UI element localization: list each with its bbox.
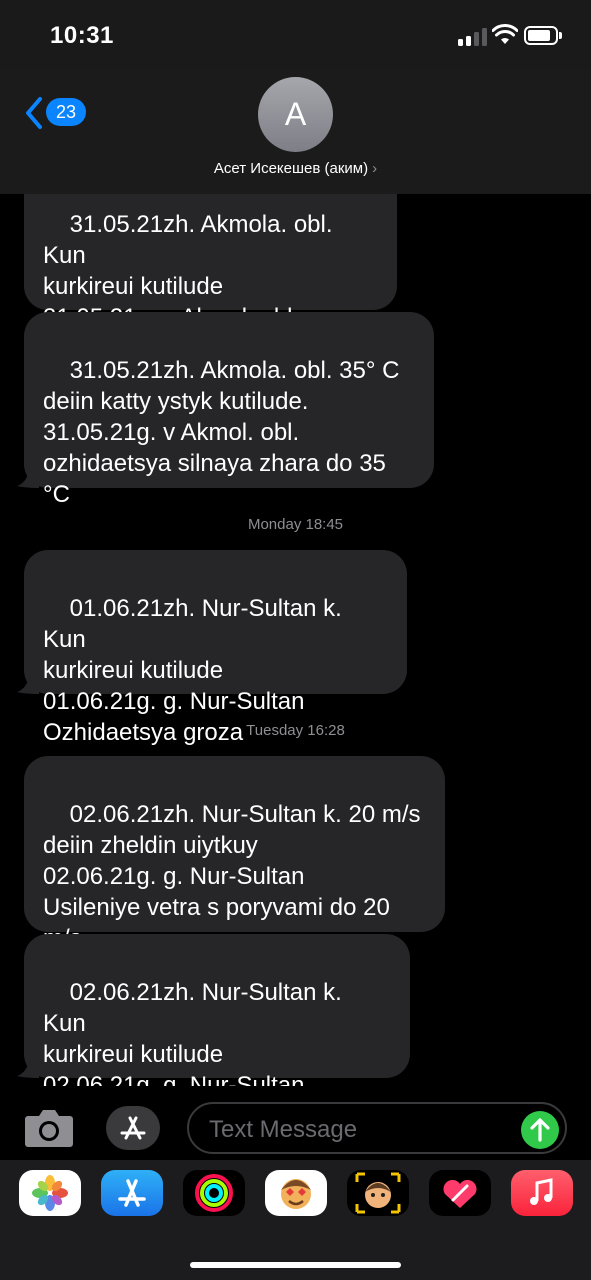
- message-list[interactable]: 31.05.21zh. Akmola. obl. Kun kurkireui k…: [0, 194, 591, 1086]
- send-button[interactable]: [521, 1111, 559, 1149]
- bubble-tail: [17, 1056, 39, 1078]
- contact-name: Асет Исекешев (аким): [213, 160, 369, 177]
- app-store-icon[interactable]: [101, 1170, 163, 1216]
- status-bar: 10:31: [0, 0, 591, 70]
- back-chevron-icon[interactable]: [24, 96, 44, 130]
- message-text: 02.06.21zh. Nur-Sultan k. 20 m/s deiin z…: [43, 801, 421, 952]
- bubble-tail: [17, 466, 39, 488]
- memoji-icon[interactable]: [347, 1170, 409, 1216]
- arrow-up-icon: [530, 1118, 550, 1142]
- photos-icon[interactable]: [19, 1170, 81, 1216]
- contact-avatar[interactable]: А: [258, 77, 333, 152]
- home-indicator[interactable]: [190, 1262, 401, 1268]
- message-text: 31.05.21zh. Akmola. obl. 35° C deiin kat…: [43, 357, 400, 508]
- message-bubble[interactable]: 02.06.21zh. Nur-Sultan k. 20 m/s deiin z…: [24, 756, 445, 952]
- back-unread-badge[interactable]: 23: [46, 98, 86, 126]
- cellular-signal-icon: [458, 28, 488, 46]
- battery-icon: [524, 26, 562, 45]
- activity-icon[interactable]: [183, 1170, 245, 1216]
- contact-name-button[interactable]: Асет Исекешев (аким) ›: [0, 160, 591, 177]
- message-input-placeholder: Text Message: [209, 1116, 358, 1143]
- timestamp: Tuesday 16:28: [246, 722, 345, 739]
- message-bubble[interactable]: 31.05.21zh. Akmola. obl. Kun kurkireui k…: [24, 194, 397, 362]
- compose-bar: Text Message: [0, 1086, 591, 1170]
- app-store-button[interactable]: [106, 1106, 160, 1150]
- timestamp: Monday 18:45: [247, 516, 344, 533]
- message-text: 02.06.21zh. Nur-Sultan k. Kun kurkireui …: [43, 979, 342, 1086]
- app-store-icon: [120, 1116, 146, 1140]
- chevron-right-icon: ›: [372, 160, 378, 177]
- camera-icon[interactable]: [24, 1106, 74, 1148]
- message-bubble[interactable]: 31.05.21zh. Akmola. obl. 35° C deiin kat…: [24, 312, 434, 508]
- message-bubble[interactable]: 02.06.21zh. Nur-Sultan k. Kun kurkireui …: [24, 934, 410, 1086]
- music-icon[interactable]: [511, 1170, 573, 1216]
- memoji-stickers-icon[interactable]: [265, 1170, 327, 1216]
- status-time: 10:31: [50, 22, 114, 49]
- message-input[interactable]: Text Message: [187, 1102, 567, 1154]
- digital-touch-icon[interactable]: [429, 1170, 491, 1216]
- wifi-icon: [492, 24, 518, 44]
- bubble-tail: [17, 672, 39, 694]
- message-bubble[interactable]: 01.06.21zh. Nur-Sultan k. Kun kurkireui …: [24, 550, 407, 746]
- conversation-header: 23 А Асет Исекешев (аким) ›: [0, 70, 591, 194]
